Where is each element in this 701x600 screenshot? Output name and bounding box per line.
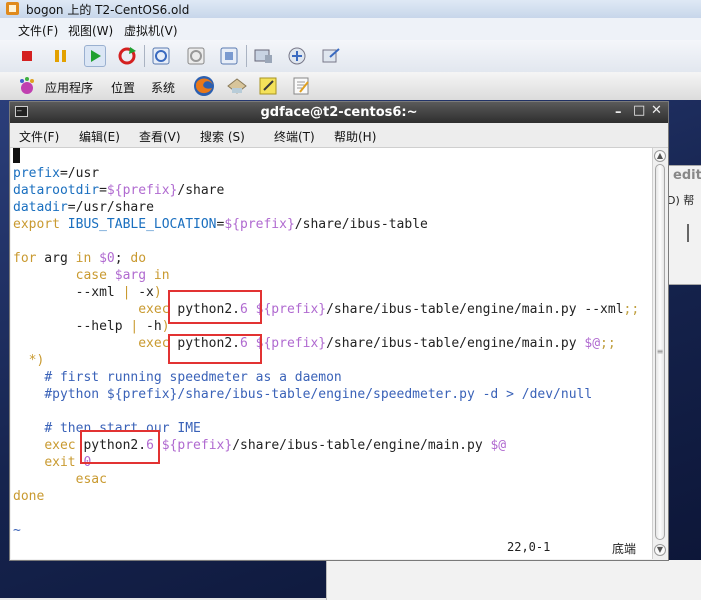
code-line: ~ [13,523,21,538]
panel-menu-places[interactable]: 位置 [111,79,135,96]
maximize-icon[interactable]: □ [633,103,645,118]
firefox-icon[interactable] [193,75,215,97]
panel-menu-applications[interactable]: 应用程序 [45,79,93,96]
code-line: datadir=/usr/share [13,200,154,215]
gnome-top-panel: 应用程序 位置 系统 [0,72,701,101]
background-window [326,560,701,600]
gnome-foot-icon [20,77,34,94]
vim-scroll-position: 底端 [612,542,637,556]
code-line: case $arg in [75,268,170,283]
power-on-icon[interactable] [84,45,106,67]
vm-menu-file[interactable]: 文件(F) [18,22,58,39]
code-line: prefix=/usr [13,166,100,181]
vm-titlebar: bogon 上的 T2-CentOS6.old [0,0,701,19]
snapshot-manager-icon[interactable] [218,45,240,67]
terminal-menu-help[interactable]: 帮助(H) [334,128,376,145]
suspend-icon[interactable] [50,45,72,67]
close-icon[interactable]: ✕ [651,103,662,118]
reset-icon[interactable] [116,45,138,67]
scroll-up-icon[interactable]: ▲ [654,150,666,162]
terminal-menu-edit[interactable]: 编辑(E) [79,128,120,145]
scrollbar-thumb[interactable] [655,164,665,540]
vm-menu-view[interactable]: 视图(W) [68,22,113,39]
text-editor-icon[interactable] [291,76,311,96]
vm-window-title: bogon 上的 T2-CentOS6.old [26,3,190,17]
terminal-text-area[interactable]: prefix=/usr datarootdir=${prefix}/share da… [11,148,652,559]
terminal-title: gdface@t2-centos6:~ [260,105,418,120]
terminal-menu-view[interactable]: 查看(V) [139,128,181,145]
code-line: done [13,489,45,504]
background-window-divider [687,224,689,242]
highlight-box-python-2 [168,334,262,364]
snapshot-icon[interactable] [150,45,172,67]
vim-buffer: prefix=/usr datarootdir=${prefix}/share da… [13,148,639,539]
code-line: *) [28,353,45,368]
terminal-menubar: 文件(F) 编辑(E) 查看(V) 搜索 (S) 终端(T) 帮助(H) [10,123,668,148]
minimize-icon[interactable]: – [615,105,622,120]
fullscreen-icon[interactable] [286,45,308,67]
vm-menu-vm[interactable]: 虚拟机(V) [124,22,178,39]
text-cursor [13,148,20,163]
revert-snapshot-icon[interactable] [185,45,207,67]
unity-icon[interactable] [320,45,342,67]
code-line: # first running speedmeter as a daemon [44,370,342,385]
terminal-menu-terminal[interactable]: 终端(T) [274,128,315,145]
code-line: --help | -h) [13,319,170,334]
terminal-menu-search[interactable]: 搜索 (S) [200,128,245,145]
code-line: --xml | -x) [13,285,162,300]
code-line: #python ${prefix}/share/ibus-table/engin… [44,387,593,402]
vm-toolbar [0,40,701,73]
code-line [13,148,639,165]
email-client-icon[interactable] [226,76,248,96]
highlight-box-python-1 [168,290,262,324]
code-line: for arg in $0; do [13,251,147,266]
terminal-scrollbar[interactable]: ▲ ▼ [652,148,668,559]
scroll-down-icon[interactable]: ▼ [654,544,666,556]
code-line: esac [75,472,107,487]
highlight-box-python-3 [80,430,160,464]
terminal-window: gdface@t2-centos6:~ – □ ✕ 文件(F) 编辑(E) 查看… [9,101,669,561]
panel-menu-system[interactable]: 系统 [151,79,175,96]
terminal-titlebar[interactable]: gdface@t2-centos6:~ – □ ✕ [10,102,668,123]
code-line: datarootdir=${prefix}/share [13,183,225,198]
toolbar-separator [144,45,145,67]
toolbar-separator [246,45,247,67]
background-window-menu: D) 帮 [667,194,695,207]
power-off-icon[interactable] [16,45,38,67]
notes-icon[interactable] [258,76,278,96]
code-line: exec python2.6 ${prefix}/share/ibus-tabl… [138,336,616,351]
background-editor-window: edit D) 帮 [667,165,701,285]
vmware-app-icon [6,2,19,15]
background-window-title: edit [673,168,701,183]
code-line: export IBUS_TABLE_LOCATION=${prefix}/sha… [13,217,428,232]
terminal-menu-file[interactable]: 文件(F) [19,128,59,145]
vim-cursor-position: 22,0-1 [507,540,551,554]
vm-menubar: 文件(F) 视图(W) 虚拟机(V) [0,18,701,40]
console-view-icon[interactable] [252,45,274,67]
code-line: exec python2.6 ${prefix}/share/ibus-tabl… [138,302,640,317]
